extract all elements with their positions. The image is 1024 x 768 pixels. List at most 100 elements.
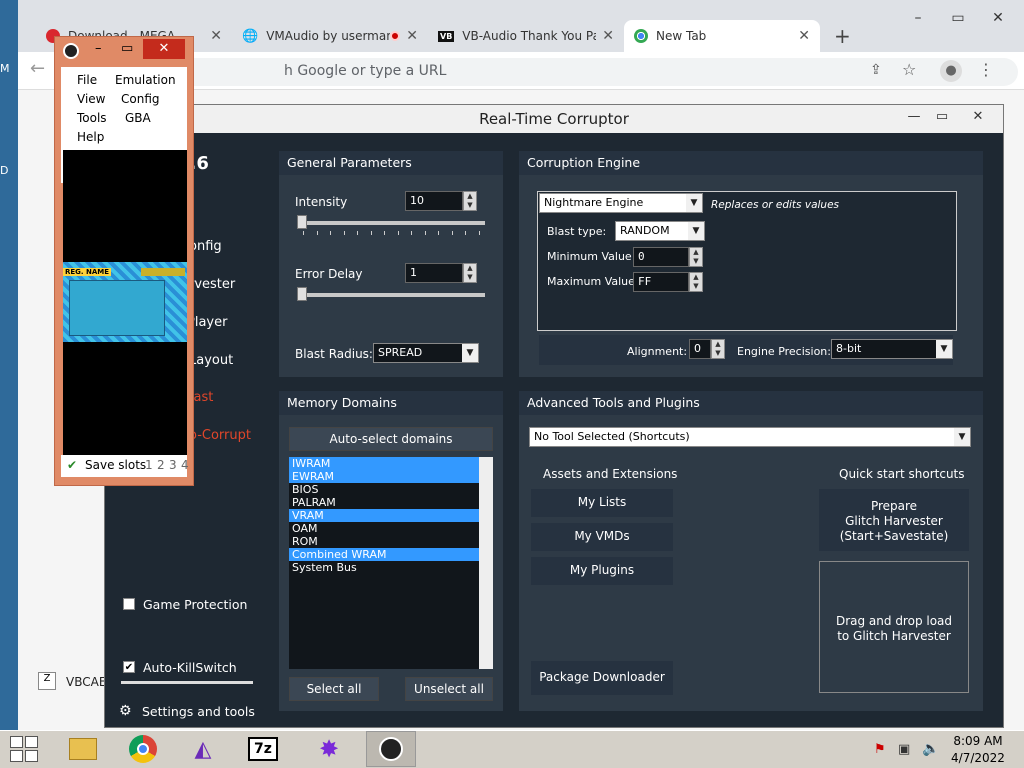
unselect-all-button[interactable]: Unselect all: [405, 677, 493, 701]
my-plugins-button[interactable]: My Plugins: [531, 557, 673, 585]
error-delay-slider-thumb[interactable]: [297, 287, 307, 301]
settings-tools-button[interactable]: Settings and tools: [142, 704, 255, 719]
advanced-tools-panel: Advanced Tools and Plugins No Tool Selec…: [519, 391, 983, 711]
alignment-spinner[interactable]: ▲ ▼: [711, 339, 725, 359]
memory-domain-item[interactable]: System Bus: [289, 561, 479, 574]
menu-file[interactable]: File: [77, 73, 97, 87]
minimize-icon[interactable]: –: [898, 6, 938, 30]
tab-vmaudio[interactable]: 🌐 VMAudio by userman ✕: [232, 20, 428, 52]
memory-domain-list[interactable]: IWRAM EWRAM BIOS PALRAM VRAM OAM ROM Combined W…: [289, 457, 493, 669]
auto-select-domains-button[interactable]: Auto-select domains: [289, 427, 493, 451]
prepare-line: Prepare: [870, 499, 918, 513]
new-tab-button[interactable]: +: [834, 24, 851, 48]
gear-icon[interactable]: ⚙: [119, 703, 132, 719]
memory-domain-item[interactable]: ROM: [289, 535, 479, 548]
maximize-icon[interactable]: ▭: [925, 105, 959, 129]
rtc-icon[interactable]: ✸: [304, 731, 354, 767]
menu-tools[interactable]: Tools: [77, 111, 107, 125]
close-icon[interactable]: ✕: [602, 28, 614, 44]
drag-drop-zone[interactable]: Drag and drop load to Glitch Harvester: [819, 561, 969, 693]
prepare-glitch-harvester-button[interactable]: Prepare Glitch Harvester (Start+Savestat…: [819, 489, 969, 551]
memory-domain-item[interactable]: IWRAM: [289, 457, 479, 470]
max-value-input[interactable]: FF: [633, 272, 689, 292]
my-vmds-button[interactable]: My VMDs: [531, 523, 673, 551]
vmix-icon[interactable]: ◭: [178, 731, 228, 767]
engine-value: Nightmare Engine: [544, 196, 644, 209]
error-delay-slider-track[interactable]: [299, 293, 485, 297]
profile-avatar-icon[interactable]: ●: [940, 60, 962, 82]
emulator-screen[interactable]: REG. NAME: [63, 150, 187, 455]
chrome-icon: [634, 29, 648, 43]
intensity-slider-thumb[interactable]: [297, 215, 307, 229]
select-all-button[interactable]: Select all: [289, 677, 379, 701]
minimize-icon[interactable]: –: [95, 41, 102, 56]
clock-date[interactable]: 4/7/2022: [950, 751, 1006, 765]
menu-config[interactable]: Config: [121, 92, 160, 106]
save-slot-4[interactable]: 4: [181, 458, 189, 472]
max-value-spinner[interactable]: ▲ ▼: [689, 272, 703, 292]
close-icon[interactable]: ✕: [143, 39, 185, 59]
engine-precision-select[interactable]: 8-bit ▼: [831, 339, 953, 359]
save-slot-3[interactable]: 3: [169, 458, 177, 472]
auto-killswitch-label: Auto-KillSwitch: [143, 660, 237, 675]
blast-radius-select[interactable]: SPREAD ▼: [373, 343, 479, 363]
slider-tick: [397, 231, 399, 235]
chrome-icon[interactable]: [118, 731, 168, 767]
close-icon[interactable]: ✕: [961, 105, 995, 129]
min-value-input[interactable]: 0: [633, 247, 689, 267]
7zip-icon[interactable]: 7z: [238, 731, 288, 767]
save-slot-1[interactable]: 1: [145, 458, 153, 472]
share-icon[interactable]: ⇪: [870, 62, 882, 78]
game-protection-checkbox[interactable]: [123, 598, 135, 610]
blast-type-select[interactable]: RANDOM ▼: [615, 221, 705, 241]
close-window-icon[interactable]: ✕: [978, 6, 1018, 30]
intensity-input[interactable]: 10: [405, 191, 463, 211]
intensity-slider-track[interactable]: [299, 221, 485, 225]
menu-kebab-icon[interactable]: ⋮: [978, 60, 994, 79]
min-value-spinner[interactable]: ▲ ▼: [689, 247, 703, 267]
memory-domain-item[interactable]: VRAM: [289, 509, 479, 522]
auto-killswitch-checkbox[interactable]: ✔: [123, 661, 135, 673]
memory-domain-item[interactable]: BIOS: [289, 483, 479, 496]
desktop-label: M: [0, 62, 10, 75]
slider-tick: [424, 231, 426, 235]
bookmark-star-icon[interactable]: ☆: [902, 60, 916, 79]
back-icon[interactable]: ←: [30, 58, 45, 79]
close-icon[interactable]: ✕: [210, 28, 222, 44]
clock-time[interactable]: 8:09 AM: [950, 734, 1006, 748]
intensity-spinner[interactable]: ▲ ▼: [463, 191, 477, 211]
speaker-icon[interactable]: 🔈: [922, 741, 939, 757]
close-icon[interactable]: ✕: [406, 28, 418, 44]
alignment-input[interactable]: 0: [689, 339, 711, 359]
windows-start-icon[interactable]: [10, 736, 38, 762]
rtc-window: Real-Time Corruptor — ▭ ✕ 0.6 rt onfig r…: [104, 104, 1004, 728]
address-bar[interactable]: h Google or type a URL: [148, 58, 1018, 86]
package-downloader-button[interactable]: Package Downloader: [531, 661, 673, 695]
error-delay-spinner[interactable]: ▲ ▼: [463, 263, 477, 283]
tab-vb-audio[interactable]: VB VB-Audio Thank You Pag ✕: [428, 20, 624, 52]
network-icon[interactable]: ▣: [898, 742, 910, 757]
memory-domain-item[interactable]: OAM: [289, 522, 479, 535]
error-delay-input[interactable]: 1: [405, 263, 463, 283]
tool-select[interactable]: No Tool Selected (Shortcuts) ▼: [529, 427, 971, 447]
tab-new-tab[interactable]: New Tab ✕: [624, 20, 820, 52]
close-icon[interactable]: ✕: [798, 28, 810, 44]
memory-domain-item[interactable]: Combined WRAM: [289, 548, 479, 561]
engine-select[interactable]: Nightmare Engine ▼: [539, 193, 703, 213]
file-explorer-icon[interactable]: [58, 731, 108, 767]
chevron-down-icon: ▼: [936, 340, 952, 358]
save-slot-2[interactable]: 2: [157, 458, 165, 472]
flag-icon[interactable]: ⚑: [874, 742, 886, 757]
bizhawk-icon[interactable]: [366, 731, 416, 767]
menu-view[interactable]: View: [77, 92, 105, 106]
menu-gba[interactable]: GBA: [125, 111, 151, 125]
memory-domain-item[interactable]: PALRAM: [289, 496, 479, 509]
menu-emulation[interactable]: Emulation: [115, 73, 176, 87]
maximize-icon[interactable]: ▭: [938, 6, 978, 30]
chevron-down-icon: ▼: [688, 222, 704, 240]
maximize-icon[interactable]: ▭: [121, 41, 133, 56]
domain-list-scrollbar[interactable]: [479, 457, 493, 669]
memory-domain-item[interactable]: EWRAM: [289, 470, 479, 483]
my-lists-button[interactable]: My Lists: [531, 489, 673, 517]
menu-help[interactable]: Help: [77, 130, 104, 144]
